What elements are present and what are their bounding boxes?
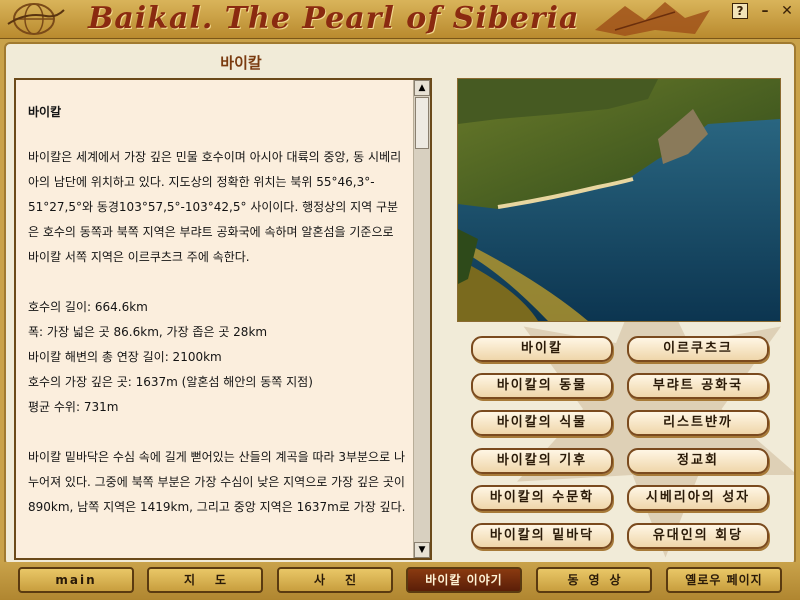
- nav-button-orthodox-church[interactable]: 정교회: [627, 448, 769, 474]
- nav-button-climate[interactable]: 바이칼의 기후: [471, 448, 613, 474]
- main-panel: 바이칼 바이칼 바이칼은 세계에서 가장 깊은 민물 호수이며 아시아 대륙의 …: [4, 42, 796, 566]
- title-bar: Baikal. The Pearl of Siberia ? – ✕: [0, 0, 800, 39]
- section-title: 바이칼: [220, 54, 262, 72]
- tab-baikal-story[interactable]: 바이칼 이야기: [406, 567, 522, 593]
- nav-button-listvyanka[interactable]: 리스트뱐까: [627, 410, 769, 436]
- article-paragraph: 바이칼 밑바닥은 수심 속에 길게 뻗어있는 산들의 계곡을 따라 3부분으로 …: [28, 450, 406, 514]
- nav-button-siberian-saints[interactable]: 시베리아의 성자: [627, 485, 769, 511]
- fact-item: 호수의 길이: 664.6km: [28, 300, 148, 314]
- nav-button-flora[interactable]: 바이칼의 식물: [471, 410, 613, 436]
- nav-button-fauna[interactable]: 바이칼의 동물: [471, 373, 613, 399]
- article-heading: 바이칼: [28, 105, 62, 119]
- scroll-up-arrow-icon[interactable]: ▲: [414, 80, 430, 96]
- fact-item: 평균 수위: 731m: [28, 400, 119, 414]
- nav-button-lakebed[interactable]: 바이칼의 밑바닥: [471, 523, 613, 549]
- article-paragraph: 바이칼은 세계에서 가장 깊은 민물 호수이며 아시아 대륙의 중앙, 동 시베…: [28, 150, 402, 264]
- close-button[interactable]: ✕: [778, 3, 796, 19]
- tab-photos[interactable]: 사진: [277, 567, 393, 593]
- tab-video[interactable]: 동영상: [536, 567, 652, 593]
- fact-item: 호수의 가장 깊은 곳: 1637m (알혼섬 해안의 동쪽 지점): [28, 375, 313, 389]
- nav-button-irkutsk[interactable]: 이르쿠츠크: [627, 336, 769, 362]
- fact-list: 호수의 길이: 664.6km 폭: 가장 넓은 곳 86.6km, 가장 좁은…: [28, 295, 408, 420]
- autumn-leaf-icon: [595, 2, 710, 36]
- lake-baikal-photo: [457, 78, 781, 322]
- tab-yellow-pages[interactable]: 옐로우 페이지: [666, 567, 782, 593]
- help-button[interactable]: ?: [732, 3, 748, 19]
- nav-button-synagogue[interactable]: 유대인의 회당: [627, 523, 769, 549]
- article-scrollbar[interactable]: ▲ ▼: [413, 80, 430, 558]
- article-panel: 바이칼 바이칼은 세계에서 가장 깊은 민물 호수이며 아시아 대륙의 중앙, …: [14, 78, 432, 560]
- nav-button-baikal[interactable]: 바이칼: [471, 336, 613, 362]
- tab-map[interactable]: 지도: [147, 567, 263, 593]
- globe-logo-icon: [7, 3, 65, 35]
- scroll-down-arrow-icon[interactable]: ▼: [414, 542, 430, 558]
- fact-item: 폭: 가장 넓은 곳 86.6km, 가장 좁은 곳 28km: [28, 325, 268, 339]
- article-text: 바이칼 바이칼은 세계에서 가장 깊은 민물 호수이며 아시아 대륙의 중앙, …: [28, 96, 408, 551]
- app-title: Baikal. The Pearl of Siberia: [88, 1, 580, 36]
- fact-item: 바이칼 해변의 총 연장 길이: 2100km: [28, 350, 222, 364]
- tab-main[interactable]: main: [18, 567, 134, 593]
- minimize-button[interactable]: –: [756, 3, 774, 19]
- nav-button-hydrology[interactable]: 바이칼의 수문학: [471, 485, 613, 511]
- scroll-thumb[interactable]: [415, 97, 429, 149]
- nav-button-buryatia[interactable]: 부랴트 공화국: [627, 373, 769, 399]
- bottom-tab-bar: main 지도 사진 바이칼 이야기 동영상 옐로우 페이지: [0, 562, 800, 600]
